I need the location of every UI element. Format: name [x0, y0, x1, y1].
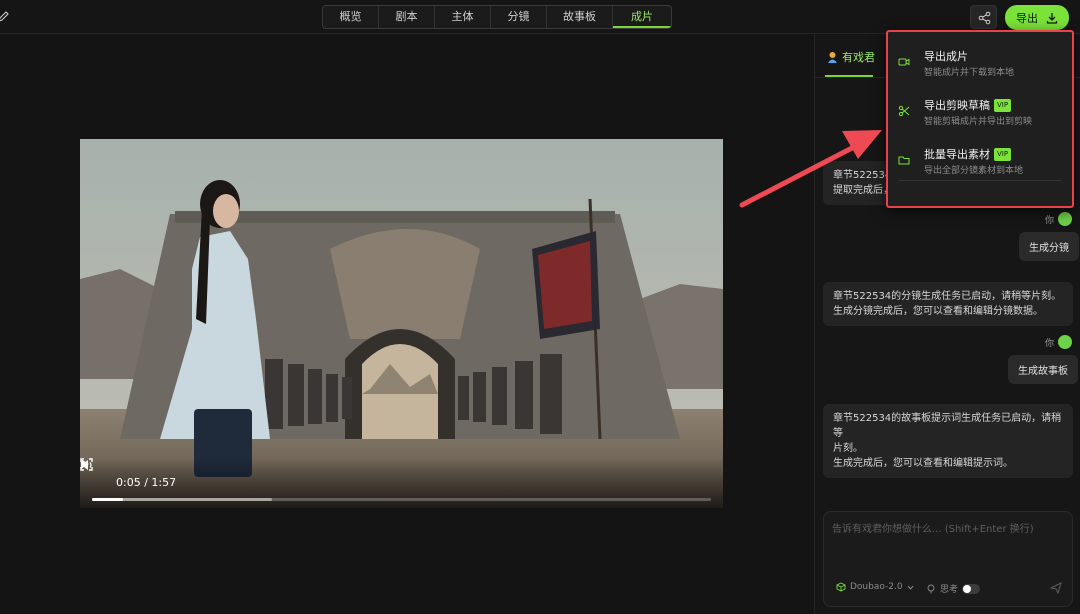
stage-tabs: 概览 剧本 主体 分镜 故事板 成片	[322, 5, 672, 29]
seek-bar[interactable]	[92, 498, 711, 501]
panel-tab-label: 有戏君	[842, 51, 875, 64]
top-bar: 概览 剧本 主体 分镜 故事板 成片 导出	[0, 0, 1080, 34]
vip-badge: VIP	[994, 147, 1012, 161]
video-frame	[80, 139, 723, 508]
menu-item-title-text: 导出剪映草稿	[924, 99, 990, 112]
panel-tab-assistant[interactable]: 有戏君	[827, 49, 875, 65]
menu-divider	[898, 180, 1062, 181]
tab-storyboard-shots[interactable]: 分镜	[491, 6, 547, 28]
assistant-avatar-icon	[828, 52, 837, 63]
menu-item-title-text: 批量导出素材	[924, 148, 990, 161]
user-message: 生成故事板	[1008, 355, 1078, 384]
message-line: 生成分镜完成后，您可以查看和编辑分镜数据。	[833, 306, 1043, 317]
edit-icon[interactable]	[0, 10, 12, 24]
menu-item-subtitle: 导出全部分镜素材到本地	[924, 166, 1024, 176]
assistant-message: 章节522534的分镜生成任务已启动，请稍等片刻。 生成分镜完成后，您可以查看和…	[823, 282, 1073, 326]
menu-item-title: 导出剪映草稿 VIP	[924, 97, 1012, 113]
vip-badge: VIP	[994, 98, 1012, 112]
played-bar	[92, 498, 123, 501]
location-pin-icon	[927, 584, 935, 593]
export-menu: 导出成片 智能成片并下载到本地 导出剪映草稿 VIP 智能剪辑成片并导出到剪映 …	[886, 30, 1074, 208]
message-line: 生成完成后，您可以查看和编辑提示词。	[833, 458, 1013, 469]
fullscreen-icon[interactable]	[80, 458, 93, 471]
download-icon	[1046, 12, 1058, 24]
video-player[interactable]: 0:05 / 1:57	[80, 139, 723, 508]
menu-item-export-video[interactable]: 导出成片 智能成片并下载到本地	[888, 38, 1072, 86]
think-toggle[interactable]	[962, 583, 981, 594]
tab-overview[interactable]: 概览	[323, 6, 379, 28]
user-label: 你	[1045, 215, 1055, 226]
message-line: 章节522534的故事板提示词生成任务已启动，请稍等	[833, 413, 1062, 439]
export-label: 导出	[1016, 11, 1038, 25]
chat-input[interactable]	[832, 520, 1064, 560]
video-camera-icon	[898, 58, 910, 66]
chevron-down-icon	[907, 585, 913, 590]
tab-storyboard[interactable]: 故事板	[547, 6, 613, 28]
think-label: 思考	[940, 585, 959, 595]
scissors-icon	[898, 105, 910, 117]
share-button[interactable]	[970, 5, 997, 29]
think-toggle-group: 思考	[926, 582, 981, 595]
folder-icon	[898, 156, 910, 165]
menu-item-title: 导出成片	[924, 48, 968, 64]
user-avatar	[1058, 212, 1073, 226]
tab-final-cut[interactable]: 成片	[613, 6, 671, 28]
model-selector[interactable]: Doubao-2.0	[836, 582, 914, 592]
user-message: 生成分镜	[1019, 232, 1079, 261]
user-tag: 你	[1045, 212, 1073, 226]
user-label: 你	[1045, 338, 1055, 349]
message-line: 片刻。	[833, 443, 863, 454]
menu-item-subtitle: 智能剪辑成片并导出到剪映	[924, 117, 1033, 127]
assistant-message: 章节522534的故事板提示词生成任务已启动，请稍等 片刻。 生成完成后，您可以…	[823, 404, 1073, 478]
tab-script[interactable]: 剧本	[379, 6, 435, 28]
video-controls: 0:05 / 1:57	[80, 458, 723, 508]
main-area: 0:05 / 1:57	[0, 35, 813, 614]
menu-item-title-text: 导出成片	[924, 50, 968, 63]
menu-item-subtitle: 智能成片并下载到本地	[924, 68, 1015, 78]
time-display: 0:05 / 1:57	[116, 476, 177, 489]
user-tag: 你	[1045, 335, 1073, 349]
user-avatar	[1058, 335, 1073, 349]
export-button[interactable]: 导出	[1005, 5, 1069, 30]
chat-input-box: Doubao-2.0 思考	[823, 511, 1073, 607]
cube-icon	[836, 582, 846, 592]
model-name: Doubao-2.0	[850, 582, 903, 592]
share-icon	[978, 11, 991, 25]
menu-item-export-jianying[interactable]: 导出剪映草稿 VIP 智能剪辑成片并导出到剪映	[888, 87, 1072, 135]
menu-item-batch-export[interactable]: 批量导出素材 VIP 导出全部分镜素材到本地	[888, 136, 1072, 184]
message-line: 章节522534的分镜生成任务已启动，请稍等片刻。	[833, 291, 1062, 302]
app: 概览 剧本 主体 分镜 故事板 成片 导出 0:05 / 1:57 有戏君 章节…	[0, 0, 1080, 614]
tab-subjects[interactable]: 主体	[435, 6, 491, 28]
menu-item-title: 批量导出素材 VIP	[924, 146, 1012, 162]
send-icon[interactable]	[1050, 582, 1062, 594]
